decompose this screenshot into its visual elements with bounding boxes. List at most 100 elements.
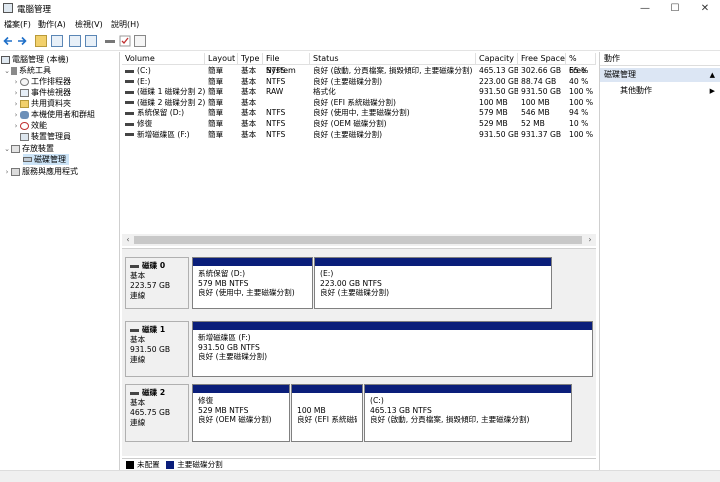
table-row[interactable]: (E:) 簡單 基本 NTFS 良好 (主要磁碟分割) 223.00 GB 88.74 GB… xyxy=(122,77,596,88)
disk-0-header[interactable]: 磁碟 0 基本 223.57 GB 連線 xyxy=(125,257,189,309)
tree-item-event-viewer[interactable]: › 事件檢視器 xyxy=(12,87,71,98)
actions-pane: 動作 磁碟管理 ▲ 其他動作 ▶ xyxy=(599,52,720,470)
tools-icon xyxy=(11,66,17,75)
cell-free-space: 88.74 GB xyxy=(521,76,557,86)
tree-item-performance[interactable]: › 效能 xyxy=(12,120,47,131)
disk-management-icon xyxy=(23,157,32,162)
cell-percent-free: 94 % xyxy=(569,108,589,118)
column-header-layout[interactable]: Layout xyxy=(205,53,238,65)
partition-efi[interactable]: 100 MB 良好 (EFI 系統磁碟 xyxy=(291,384,363,442)
disk-1-header[interactable]: 磁碟 1 基本 931.50 GB 連線 xyxy=(125,321,189,377)
tree-item-local-users[interactable]: › 本機使用者和群組 xyxy=(12,109,95,120)
column-header-free-space[interactable]: Free Space xyxy=(518,53,566,65)
column-header-volume[interactable]: Volume xyxy=(122,53,205,65)
menu-file[interactable]: 檔案(F) xyxy=(4,19,31,30)
actions-section-disk-management[interactable]: 磁碟管理 ▲ xyxy=(600,68,720,82)
cell-type: 基本 xyxy=(241,129,257,139)
chevron-right-icon[interactable]: › xyxy=(3,167,11,178)
cell-free-space: 52 MB xyxy=(521,119,545,128)
column-header-capacity[interactable]: Capacity xyxy=(476,53,518,65)
list-view-icon[interactable] xyxy=(134,35,146,47)
menu-action[interactable]: 動作(A) xyxy=(38,19,66,30)
cell-file-system: RAW xyxy=(266,87,284,97)
partition-f[interactable]: 新增磁碟區 (F:) 931.50 GB NTFS 良好 (主要磁碟分割) xyxy=(192,321,593,377)
column-header-percent-free[interactable]: % Free xyxy=(566,53,596,75)
disk-icon xyxy=(130,391,139,395)
check-icon[interactable] xyxy=(119,35,131,47)
toolbar xyxy=(0,32,720,51)
cell-free-space: 302.66 GB xyxy=(521,66,562,75)
tree-item-root[interactable]: 電腦管理 (本機) xyxy=(1,54,69,65)
scroll-right-button[interactable]: › xyxy=(584,234,596,246)
disk-2-header[interactable]: 磁碟 2 基本 465.75 GB 連線 xyxy=(125,384,189,442)
tree-item-storage[interactable]: ⌄ 存放裝置 xyxy=(3,143,54,154)
cell-status: 良好 (主要磁碟分割) xyxy=(313,76,383,86)
cell-capacity: 465.13 GB xyxy=(479,66,518,75)
cell-layout: 簡單 xyxy=(208,76,224,86)
computer-management-icon xyxy=(1,55,10,64)
disk-graphical-view: 磁碟 0 基本 223.57 GB 連線 系統保留 (D:) 579 MB NT… xyxy=(122,248,596,456)
menu-help[interactable]: 說明(H) xyxy=(111,19,139,30)
cell-volume: (E:) xyxy=(122,77,205,88)
tree-item-shared-folders[interactable]: › 共用資料夾 xyxy=(12,98,71,109)
back-arrow-icon[interactable] xyxy=(2,35,14,47)
actions-more[interactable]: 其他動作 ▶ xyxy=(600,84,720,98)
folder-up-icon[interactable] xyxy=(35,35,47,47)
cell-volume: 修復 xyxy=(122,119,205,130)
chevron-down-icon[interactable]: ⌄ xyxy=(3,66,11,77)
tree-item-services[interactable]: › 服務與應用程式 xyxy=(3,166,78,177)
legend: 未配置 主要磁碟分割 xyxy=(122,458,596,470)
cell-layout: 簡單 xyxy=(208,108,224,118)
forward-arrow-icon[interactable] xyxy=(16,35,28,47)
help-icon[interactable] xyxy=(69,35,81,47)
partition-system-reserved[interactable]: 系統保留 (D:) 579 MB NTFS 良好 (使用中, 主要磁碟分割) xyxy=(192,257,313,309)
partition-e[interactable]: (E:) 223.00 GB NTFS 良好 (主要磁碟分割) xyxy=(314,257,552,309)
cell-free-space: 931.37 GB xyxy=(521,129,562,139)
cell-type: 基本 xyxy=(241,66,257,75)
tree-item-system-tools[interactable]: ⌄ 系統工具 xyxy=(3,65,51,76)
column-header-file-system[interactable]: File System xyxy=(263,53,310,75)
clock-icon xyxy=(20,77,29,86)
show-hide-tree-icon[interactable] xyxy=(51,35,63,47)
scroll-thumb[interactable] xyxy=(134,236,582,244)
table-row[interactable]: 系統保留 (D:) 簡單 基本 NTFS 良好 (使用中, 主要磁碟分割) 579 MB 5… xyxy=(122,108,596,119)
tree-item-device-manager[interactable]: 裝置管理員 xyxy=(12,131,71,142)
column-header-type[interactable]: Type xyxy=(238,53,263,65)
horizontal-scrollbar[interactable]: ‹ › xyxy=(122,234,596,246)
menu-view[interactable]: 檢視(V) xyxy=(75,19,103,30)
maximize-button[interactable]: ☐ xyxy=(660,0,690,17)
cell-status: 良好 (EFI 系統磁碟分割) xyxy=(313,97,396,107)
table-row[interactable]: 新增磁碟區 (F:) 簡單 基本 NTFS 良好 (主要磁碟分割) 931.50 GB 93… xyxy=(122,130,596,141)
partition-c[interactable]: (C:) 465.13 GB NTFS 良好 (啟動, 分頁檔案, 損毀傾印, … xyxy=(364,384,572,442)
table-row[interactable]: (磁碟 1 磁碟分割 2) 簡單 基本 RAW 格式化 931.50 GB 931.50 G… xyxy=(122,87,596,98)
tree-item-disk-management[interactable]: 磁碟管理 xyxy=(23,154,69,165)
close-button[interactable]: ✕ xyxy=(690,0,720,17)
table-row[interactable]: 修復 簡單 基本 NTFS 良好 (OEM 磁碟分割) 529 MB 52 MB 10 % xyxy=(122,119,596,130)
cell-volume: (C:) xyxy=(122,66,205,77)
connect-icon[interactable] xyxy=(104,35,116,47)
scroll-left-button[interactable]: ‹ xyxy=(122,234,134,246)
table-row[interactable]: (磁碟 2 磁碟分割 2) 簡單 基本 良好 (EFI 系統磁碟分割) 100 MB 10… xyxy=(122,98,596,109)
cell-volume: 新增磁碟區 (F:) xyxy=(122,130,205,141)
disk-icon xyxy=(130,328,139,332)
cell-volume: 系統保留 (D:) xyxy=(122,108,205,119)
properties-icon[interactable] xyxy=(85,35,97,47)
app-icon xyxy=(3,3,13,13)
volume-list: Volume Layout Type File System Status Ca… xyxy=(122,53,596,233)
minimize-button[interactable]: — xyxy=(630,0,660,17)
volume-icon xyxy=(125,69,134,73)
cell-percent-free: 65 % xyxy=(569,66,589,75)
partition-recovery[interactable]: 修復 529 MB NTFS 良好 (OEM 磁碟分割) xyxy=(192,384,290,442)
volume-icon xyxy=(125,122,134,126)
collapse-icon[interactable]: ▲ xyxy=(710,68,715,82)
status-bar xyxy=(0,470,720,482)
cell-status: 良好 (啟動, 分頁檔案, 損毀傾印, 主要磁碟分割) xyxy=(313,66,473,75)
chevron-down-icon[interactable]: ⌄ xyxy=(3,144,11,155)
tree-item-task-scheduler[interactable]: › 工作排程器 xyxy=(12,76,71,87)
column-header-status[interactable]: Status xyxy=(310,53,476,65)
cell-capacity: 931.50 GB xyxy=(479,129,518,139)
table-row[interactable]: (C:) 簡單 基本 NTFS 良好 (啟動, 分頁檔案, 損毀傾印, 主要磁碟分割) 4… xyxy=(122,66,596,77)
primary-partition-swatch xyxy=(166,461,175,469)
cell-capacity: 931.50 GB xyxy=(479,87,518,97)
volume-icon xyxy=(125,90,134,94)
